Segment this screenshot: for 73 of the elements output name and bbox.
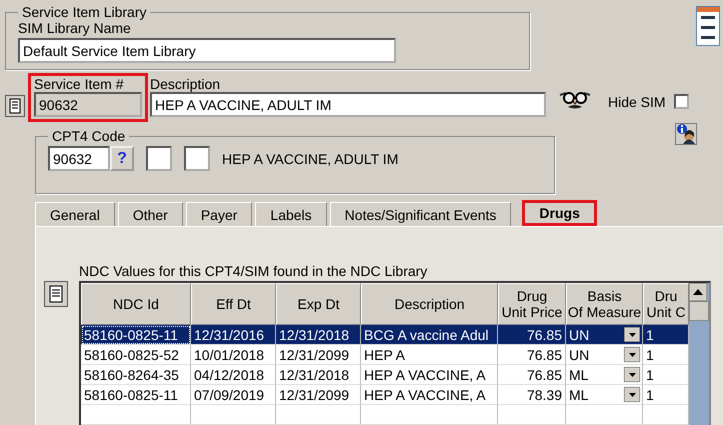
table-row[interactable]: 58160-0825-11 12/31/2016 12/31/2018 BCG A vaccine Adul 76.85 UN 1 (81, 325, 689, 345)
group-title: CPT4 Code (51, 128, 126, 144)
table-row[interactable]: 58160-0825-11 07/09/2019 12/31/2099 HEP A VACCINE, A 78.39 ML 1 (81, 385, 689, 405)
hide-sim-checkbox[interactable] (674, 94, 689, 109)
scroll-up-icon[interactable] (689, 283, 707, 301)
document-icon[interactable] (5, 95, 25, 117)
table-cell: 12/31/2016 (191, 325, 276, 345)
table-cell: 07/09/2019 (191, 385, 276, 405)
column-header[interactable]: Eff Dt (191, 283, 276, 325)
tab[interactable]: Notes/Significant Events (330, 202, 512, 226)
modifier-field[interactable] (146, 146, 172, 171)
table-cell: 76.85 (498, 345, 566, 365)
tab[interactable]: Other (118, 202, 183, 226)
checkbox-label: Hide SIM (608, 94, 666, 110)
table-cell: 76.85 (498, 365, 566, 385)
table-cell: 04/12/2018 (191, 365, 276, 385)
description-field[interactable]: HEP A VACCINE, ADULT IM (150, 92, 546, 117)
help-button[interactable]: ? (110, 146, 134, 171)
table-cell: 76.85 (498, 325, 566, 345)
scrollbar-thumb[interactable] (689, 301, 709, 321)
modifier-field[interactable] (184, 146, 210, 171)
tab[interactable]: Labels (255, 202, 327, 226)
document-icon[interactable] (44, 281, 68, 307)
empty-table-cell[interactable] (276, 405, 361, 425)
table-cell: 58160-0825-52 (81, 345, 191, 365)
empty-table-cell[interactable] (81, 405, 191, 425)
vertical-scrollbar[interactable] (689, 283, 709, 425)
group-title: Service Item Library (21, 4, 148, 20)
empty-table-cell[interactable] (566, 405, 643, 425)
dropdown-cell[interactable]: UN (566, 345, 643, 365)
field-label: SIM Library Name (18, 20, 132, 36)
column-header[interactable]: Drug Unit Price (498, 283, 566, 325)
column-header[interactable]: Basis Of Measure (566, 283, 643, 325)
dropdown-cell[interactable]: ML (566, 385, 643, 405)
column-header[interactable]: NDC Id (81, 283, 191, 325)
tab[interactable]: Payer (186, 202, 252, 226)
cpt4-description: HEP A VACCINE, ADULT IM (222, 150, 398, 166)
table-cell: 12/31/2099 (276, 345, 361, 365)
table-cell: HEP A VACCINE, A (361, 385, 498, 405)
table-row[interactable]: 58160-8264-35 04/12/2018 12/31/2018 HEP A VACCINE, A 76.85 ML 1 (81, 365, 689, 385)
library-name-field[interactable]: Default Service Item Library (18, 38, 396, 63)
cpt4-code-field[interactable]: 90632 (48, 146, 110, 171)
empty-table-cell[interactable] (498, 405, 566, 425)
dropdown-cell[interactable]: UN (566, 325, 643, 345)
table-cell: 58160-0825-11 (81, 385, 191, 405)
dropdown-cell[interactable]: ML (566, 365, 643, 385)
table-cell: HEP A VACCINE, A (361, 365, 498, 385)
table-cell: HEP A (361, 345, 498, 365)
dropdown-arrow-icon[interactable] (624, 387, 640, 402)
empty-table-cell[interactable] (191, 405, 276, 425)
table-cell: 12/31/2018 (276, 325, 361, 345)
table-cell: 58160-0825-11 (81, 325, 191, 345)
calendar-icon[interactable] (696, 6, 720, 46)
dropdown-arrow-icon[interactable] (624, 367, 640, 382)
tab[interactable]: Drugs (522, 200, 597, 226)
dropdown-arrow-icon[interactable] (624, 347, 640, 362)
table-row[interactable]: 58160-0825-52 10/01/2018 12/31/2099 HEP A 76.85 UN 1 (81, 345, 689, 365)
table-cell: BCG A vaccine Adul (361, 325, 498, 345)
field-label: Service Item # (34, 76, 124, 92)
column-header[interactable]: Exp Dt (276, 283, 361, 325)
column-header[interactable]: Dru Unit C (643, 283, 689, 325)
table-cell: 58160-8264-35 (81, 365, 191, 385)
tab[interactable]: General (35, 202, 115, 226)
table-cell: 12/31/2099 (276, 385, 361, 405)
field-label: Description (150, 76, 222, 92)
person-info-icon[interactable] (675, 123, 697, 145)
dropdown-arrow-icon[interactable] (624, 327, 640, 342)
empty-table-cell[interactable] (361, 405, 498, 425)
column-header[interactable]: Description (361, 283, 498, 325)
table-cell: 10/01/2018 (191, 345, 276, 365)
table-cell: 12/31/2018 (276, 365, 361, 385)
table-caption: NDC Values for this CPT4/SIM found in the NDC Library (79, 263, 428, 279)
table-cell: 78.39 (498, 385, 566, 405)
